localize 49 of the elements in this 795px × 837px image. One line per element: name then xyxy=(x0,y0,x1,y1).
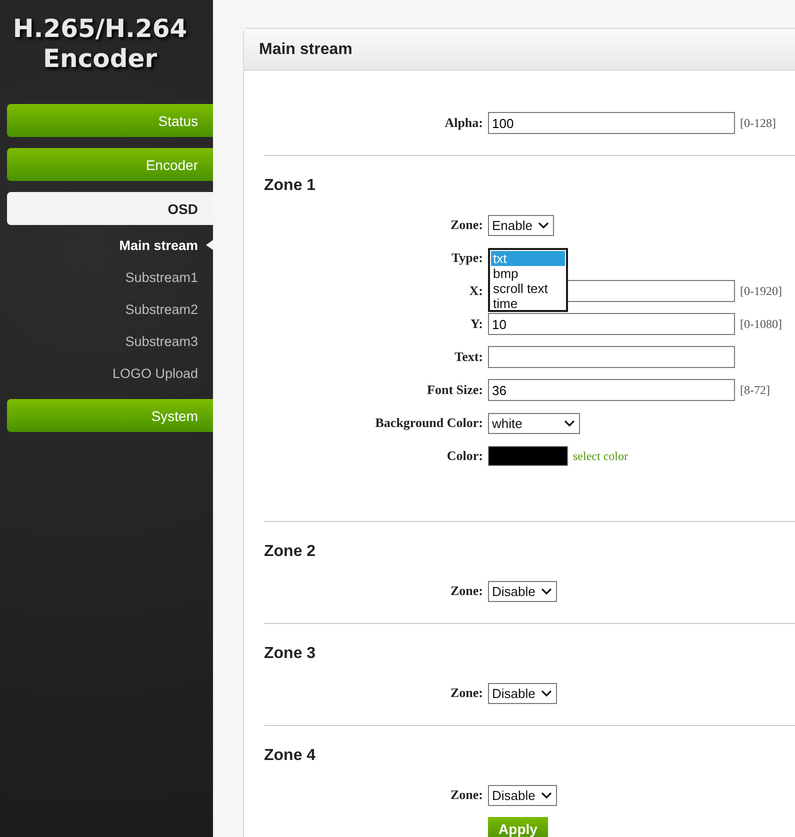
dropdown-option[interactable]: scroll text xyxy=(491,281,565,296)
dropdown[interactable]: Enable xyxy=(488,214,554,236)
nav-subitem[interactable]: LOGO Upload xyxy=(112,366,198,380)
logo-text: H.265/H.264 xyxy=(12,14,188,44)
range-hint: [0-1080] xyxy=(740,316,782,332)
dropdown[interactable]: white xyxy=(488,412,580,434)
text-field[interactable]: 36 xyxy=(488,379,735,401)
chevron-down-icon xyxy=(564,420,575,426)
field-label: Zone: xyxy=(450,217,483,233)
range-hint: [0-128] xyxy=(740,116,776,130)
nav-subitem[interactable]: Main stream xyxy=(119,238,198,252)
chevron-down-icon xyxy=(538,222,550,228)
field-label: Background Color: xyxy=(375,415,483,431)
field-label: Zone: xyxy=(450,787,483,803)
dropdown[interactable]: Disable xyxy=(488,784,558,806)
dropdown[interactable]: Disable xyxy=(488,682,558,704)
text-field[interactable] xyxy=(488,346,735,368)
field-label: X: xyxy=(469,283,483,299)
field-label: Color: xyxy=(446,448,483,464)
range-hint: [8-72] xyxy=(740,382,770,398)
field-label: Font Size: xyxy=(427,382,483,398)
dropdown[interactable]: Disable xyxy=(488,580,558,602)
logo-text: Encoder xyxy=(42,44,158,74)
text-field[interactable]: 10 xyxy=(488,313,735,335)
field-label: Zone: xyxy=(450,583,483,599)
zone-heading: Zone 1 xyxy=(264,176,317,196)
nav-subitem[interactable]: Substream2 xyxy=(125,302,198,316)
dropdown-option[interactable]: time xyxy=(491,296,565,311)
select-color-link[interactable]: select color xyxy=(573,448,628,464)
panel-title: Main stream xyxy=(259,40,352,58)
field-label: Zone: xyxy=(450,685,483,701)
chevron-down-icon xyxy=(541,792,552,798)
color-swatch[interactable] xyxy=(488,446,568,466)
pointer-icon xyxy=(206,240,213,250)
chevron-down-icon xyxy=(541,588,552,594)
chevron-down-icon xyxy=(541,690,552,696)
zone-heading: Zone 4 xyxy=(264,746,317,766)
zone-heading: Zone 3 xyxy=(264,644,317,664)
field-label: Type: xyxy=(451,250,483,266)
nav-subitem[interactable]: Substream3 xyxy=(125,334,198,348)
field-label: Text: xyxy=(454,349,483,365)
field-label: Y: xyxy=(470,316,483,332)
dropdown-option[interactable]: bmp xyxy=(491,266,565,281)
nav-button[interactable]: OSD xyxy=(7,192,213,225)
text-field[interactable]: 100 xyxy=(488,112,735,134)
field-label: Alpha: xyxy=(444,115,483,131)
nav-subitem[interactable]: Substream1 xyxy=(125,270,198,284)
zone-heading: Zone 2 xyxy=(264,542,317,562)
range-hint: [0-1920] xyxy=(740,284,782,298)
